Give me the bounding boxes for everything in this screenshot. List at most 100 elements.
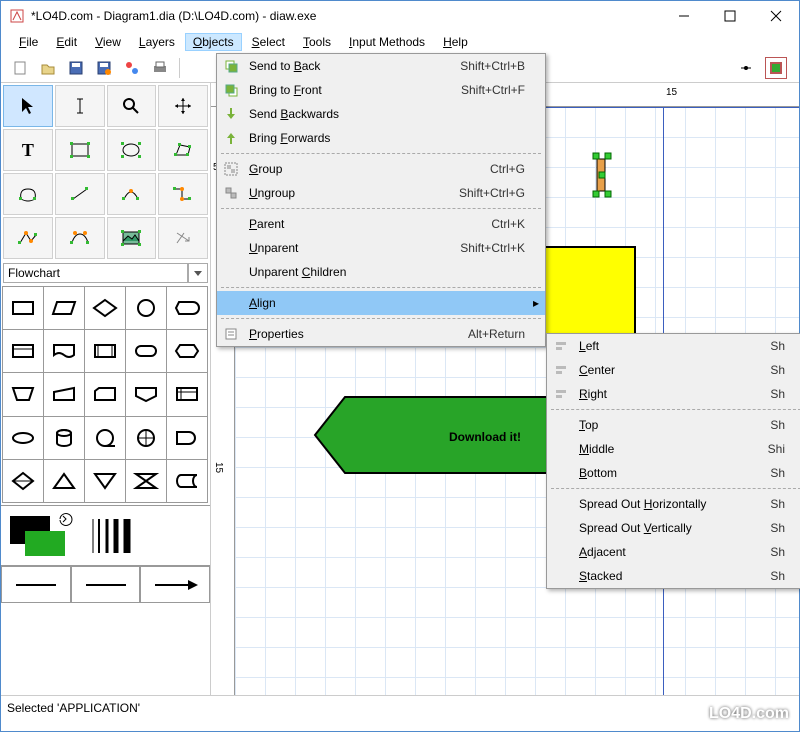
shape-ellipse[interactable] <box>2 416 44 460</box>
ungroup-icon <box>223 185 239 201</box>
menu-tools[interactable]: Tools <box>295 33 339 51</box>
menu-item-group[interactable]: GroupCtrl+G <box>217 157 545 181</box>
shape-delay[interactable] <box>166 416 208 460</box>
ruler-label: 15 <box>666 87 677 98</box>
shape-predefined[interactable] <box>84 329 126 373</box>
green-arrow-label: Download it! <box>449 430 521 444</box>
maximize-button[interactable] <box>707 1 753 31</box>
menu-file[interactable]: File <box>11 33 46 51</box>
menu-item-properties[interactable]: PropertiesAlt+Return <box>217 322 545 346</box>
shape-document[interactable] <box>43 329 85 373</box>
polygon-tool[interactable] <box>158 129 208 171</box>
menu-help[interactable]: Help <box>435 33 476 51</box>
line-width-preview[interactable] <box>83 511 133 561</box>
shape-sort[interactable] <box>2 459 44 503</box>
beziergon-tool[interactable] <box>3 173 53 215</box>
align-item-top[interactable]: TopSh <box>547 413 800 437</box>
bezier-tool[interactable] <box>55 217 105 259</box>
line-dash-style[interactable] <box>71 566 141 603</box>
print-button[interactable] <box>149 57 171 79</box>
bring-front-icon <box>223 82 239 98</box>
close-button[interactable] <box>753 1 799 31</box>
align-item-right[interactable]: RightSh <box>547 382 800 406</box>
shape-display[interactable] <box>166 286 208 330</box>
color-preview[interactable] <box>5 511 75 561</box>
align-item-middle[interactable]: MiddleShi <box>547 437 800 461</box>
line-end-style[interactable] <box>140 566 210 603</box>
polyline-tool[interactable] <box>3 217 53 259</box>
menu-edit[interactable]: Edit <box>48 33 85 51</box>
new-file-button[interactable] <box>9 57 31 79</box>
save-button[interactable] <box>65 57 87 79</box>
snap-toggle[interactable] <box>735 57 757 79</box>
window-title: *LO4D.com - Diagram1.dia (D:\LO4D.com) -… <box>31 9 661 23</box>
menu-item-send-backwards[interactable]: Send Backwards <box>217 102 545 126</box>
menu-item-bring-forwards[interactable]: Bring Forwards <box>217 126 545 150</box>
menu-layers[interactable]: Layers <box>131 33 183 51</box>
menu-item-align[interactable]: Align▸ <box>217 291 545 315</box>
shape-manual-op[interactable] <box>2 372 44 416</box>
shape-terminal[interactable] <box>125 329 167 373</box>
menu-item-unparent-children[interactable]: Unparent Children <box>217 260 545 284</box>
text-tool[interactable]: T <box>3 129 53 171</box>
menu-separator <box>551 488 800 489</box>
outline-tool[interactable] <box>158 217 208 259</box>
shape-collate[interactable] <box>125 459 167 503</box>
align-item-bottom[interactable]: BottomSh <box>547 461 800 485</box>
zoom-tool[interactable] <box>107 85 157 127</box>
save-as-button[interactable] <box>93 57 115 79</box>
text-cursor-tool[interactable] <box>55 85 105 127</box>
box-tool[interactable] <box>55 129 105 171</box>
line-style-row <box>1 565 210 603</box>
ruler-label: 15 <box>213 462 224 473</box>
menu-item-bring-to-front[interactable]: Bring to FrontShift+Ctrl+F <box>217 78 545 102</box>
align-item-center[interactable]: CenterSh <box>547 358 800 382</box>
shape-internal-storage[interactable] <box>166 372 208 416</box>
shape-category-input[interactable] <box>3 263 188 283</box>
shape-preparation[interactable] <box>166 329 208 373</box>
align-item-adjacent[interactable]: AdjacentSh <box>547 540 800 564</box>
shape-process[interactable] <box>2 286 44 330</box>
align-item-left[interactable]: LeftSh <box>547 334 800 358</box>
minimize-button[interactable] <box>661 1 707 31</box>
shape-or[interactable] <box>125 416 167 460</box>
align-item-stacked[interactable]: StackedSh <box>547 564 800 588</box>
shape-extract[interactable] <box>43 459 85 503</box>
shape-connector[interactable] <box>125 286 167 330</box>
menu-input-methods[interactable]: Input Methods <box>341 33 433 51</box>
menu-view[interactable]: View <box>87 33 129 51</box>
shape-manual-input[interactable] <box>43 372 85 416</box>
shape-offpage[interactable] <box>125 372 167 416</box>
menu-item-unparent[interactable]: UnparentShift+Ctrl+K <box>217 236 545 260</box>
ellipse-tool[interactable] <box>107 129 157 171</box>
scroll-tool[interactable] <box>158 85 208 127</box>
shape-database[interactable] <box>43 416 85 460</box>
line-tool[interactable] <box>55 173 105 215</box>
menu-select[interactable]: Select <box>244 33 293 51</box>
preferences-button[interactable] <box>121 57 143 79</box>
menu-item-ungroup[interactable]: UngroupShift+Ctrl+G <box>217 181 545 205</box>
align-item-spread-out-vertically[interactable]: Spread Out VerticallySh <box>547 516 800 540</box>
open-file-button[interactable] <box>37 57 59 79</box>
zigzag-tool[interactable] <box>158 173 208 215</box>
shape-merge[interactable] <box>84 459 126 503</box>
shape-stored-data[interactable] <box>166 459 208 503</box>
shape-decision[interactable] <box>84 286 126 330</box>
line-start-style[interactable] <box>1 566 71 603</box>
menu-item-send-to-back[interactable]: Send to BackShift+Ctrl+B <box>217 54 545 78</box>
arc-tool[interactable] <box>107 173 157 215</box>
shape-io[interactable] <box>43 286 85 330</box>
menu-objects[interactable]: Objects <box>185 33 242 51</box>
pointer-tool[interactable] <box>3 85 53 127</box>
shape-tape[interactable] <box>84 416 126 460</box>
image-tool[interactable] <box>107 217 157 259</box>
color-swatch[interactable] <box>765 57 787 79</box>
shape-category-dropdown[interactable] <box>188 263 208 283</box>
shape-transaction[interactable] <box>2 329 44 373</box>
shape-card[interactable] <box>84 372 126 416</box>
align-item-spread-out-horizontally[interactable]: Spread Out HorizontallySh <box>547 492 800 516</box>
selected-shape[interactable] <box>593 153 613 199</box>
menu-item-parent[interactable]: ParentCtrl+K <box>217 212 545 236</box>
app-icon <box>9 8 25 24</box>
menu-separator <box>221 318 541 319</box>
